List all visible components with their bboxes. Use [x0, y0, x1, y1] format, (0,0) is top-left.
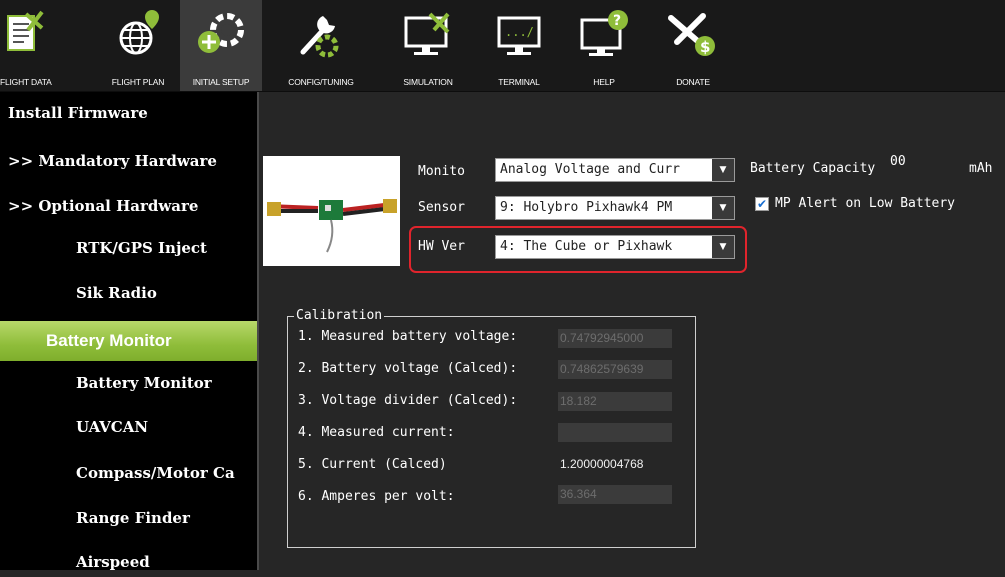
sidebar-item-sik-radio[interactable]: Sik Radio [0, 278, 258, 308]
flight-data-button[interactable]: FLIGHT DATA [0, 0, 52, 91]
initial-setup-label: INITIAL SETUP [192, 77, 250, 87]
main-toolbar: FLIGHT DATA FLIGHT PLAN INITIAL SETUP CO… [0, 0, 1005, 92]
battery-capacity-input[interactable]: 00 [889, 154, 954, 176]
amperes-per-volt-label: 6. Amperes per volt: [298, 489, 455, 504]
chevron-down-icon[interactable]: ▼ [712, 197, 734, 219]
hw-ver-highlight [409, 226, 747, 273]
sensor-select[interactable]: 9: Holybro Pixhawk4 PM ▼ [495, 196, 735, 220]
sidebar-item-uavcan[interactable]: UAVCAN [0, 412, 258, 442]
sidebar-item-battery-monitor-selected[interactable]: Battery Monitor [0, 321, 268, 361]
donate-icon: $ [668, 13, 715, 56]
terminal-button[interactable]: .../ TERMINAL [482, 0, 556, 91]
config-tuning-icon [300, 16, 339, 58]
terminal-label: TERMINAL [498, 77, 540, 87]
low-battery-alert-checkbox[interactable]: ✔ [755, 197, 769, 211]
chevron-down-icon[interactable]: ▼ [712, 159, 734, 181]
monitor-select[interactable]: Analog Voltage and Curr ▼ [495, 158, 735, 182]
flight-data-icon [6, 10, 44, 51]
simulation-label: SIMULATION [403, 77, 453, 87]
voltage-divider-label: 3. Voltage divider (Calced): [298, 393, 518, 408]
amperes-per-volt-input[interactable]: 36.364 [558, 485, 672, 504]
sidebar-item-optional-hardware[interactable]: >> Optional Hardware [0, 191, 258, 221]
svg-text:.../: .../ [505, 25, 534, 39]
initial-setup-button[interactable]: INITIAL SETUP [180, 0, 262, 91]
battery-monitor-panel: Monito Analog Voltage and Curr ▼ Sensor … [259, 92, 1005, 570]
measured-current-label: 4. Measured current: [298, 425, 455, 440]
flight-data-label: FLIGHT DATA [0, 77, 52, 87]
calibration-group: Calibration 1. Measured battery voltage:… [287, 308, 696, 548]
battery-voltage-calced-label: 2. Battery voltage (Calced): [298, 361, 518, 376]
help-button[interactable]: ? HELP [566, 0, 642, 91]
sidebar-item-battery-monitor-2[interactable]: Battery Monitor [0, 368, 258, 398]
flight-plan-button[interactable]: FLIGHT PLAN [92, 0, 184, 91]
battery-capacity-label: Battery Capacity [750, 161, 876, 176]
svg-text:$: $ [700, 38, 710, 56]
measured-battery-voltage-input[interactable]: 0.74792945000 [558, 329, 672, 348]
power-module-image [263, 156, 400, 266]
sidebar-item-rtk-gps-inject[interactable]: RTK/GPS Inject [0, 233, 258, 263]
measured-battery-voltage-label: 1. Measured battery voltage: [298, 329, 518, 344]
sensor-label: Sensor [418, 200, 465, 215]
sidebar-item-range-finder[interactable]: Range Finder [0, 503, 258, 533]
simulation-icon [404, 12, 450, 55]
calibration-title: Calibration [294, 308, 385, 323]
flight-plan-label: FLIGHT PLAN [111, 77, 165, 87]
donate-label: DONATE [676, 77, 710, 87]
help-icon: ? [580, 10, 628, 56]
monitor-label: Monito [418, 164, 465, 179]
sidebar-item-airspeed[interactable]: Airspeed [0, 547, 258, 577]
voltage-divider-value[interactable]: 18.182 [558, 392, 672, 411]
measured-current-input[interactable] [558, 423, 672, 442]
help-label: HELP [593, 77, 615, 87]
config-tuning-button[interactable]: CONFIG/TUNING [270, 0, 372, 91]
sensor-select-value: 9: Holybro Pixhawk4 PM [500, 200, 673, 215]
terminal-icon: .../ [497, 16, 541, 55]
flight-plan-icon [119, 10, 159, 55]
current-calced-label: 5. Current (Calced) [298, 457, 447, 472]
initial-setup-icon [198, 13, 244, 53]
sidebar-item-install-firmware[interactable]: Install Firmware [0, 98, 258, 128]
donate-button[interactable]: $ DONATE [652, 0, 734, 91]
setup-sidebar: Install Firmware >> Mandatory Hardware >… [0, 92, 268, 571]
capacity-unit: mAh [969, 161, 993, 176]
simulation-button[interactable]: SIMULATION [388, 0, 468, 91]
current-calced-value: 1.20000004768 [558, 455, 672, 474]
battery-capacity-value: 00 [890, 154, 906, 169]
monitor-select-value: Analog Voltage and Curr [500, 162, 681, 177]
battery-voltage-calced-value: 0.74862579639 [558, 360, 672, 379]
config-tuning-label: CONFIG/TUNING [288, 77, 354, 87]
low-battery-alert-label: MP Alert on Low Battery [775, 196, 956, 211]
sidebar-item-mandatory-hardware[interactable]: >> Mandatory Hardware [0, 146, 258, 176]
svg-text:?: ? [613, 13, 621, 29]
sidebar-item-compass-motor[interactable]: Compass/Motor Ca [0, 458, 258, 488]
